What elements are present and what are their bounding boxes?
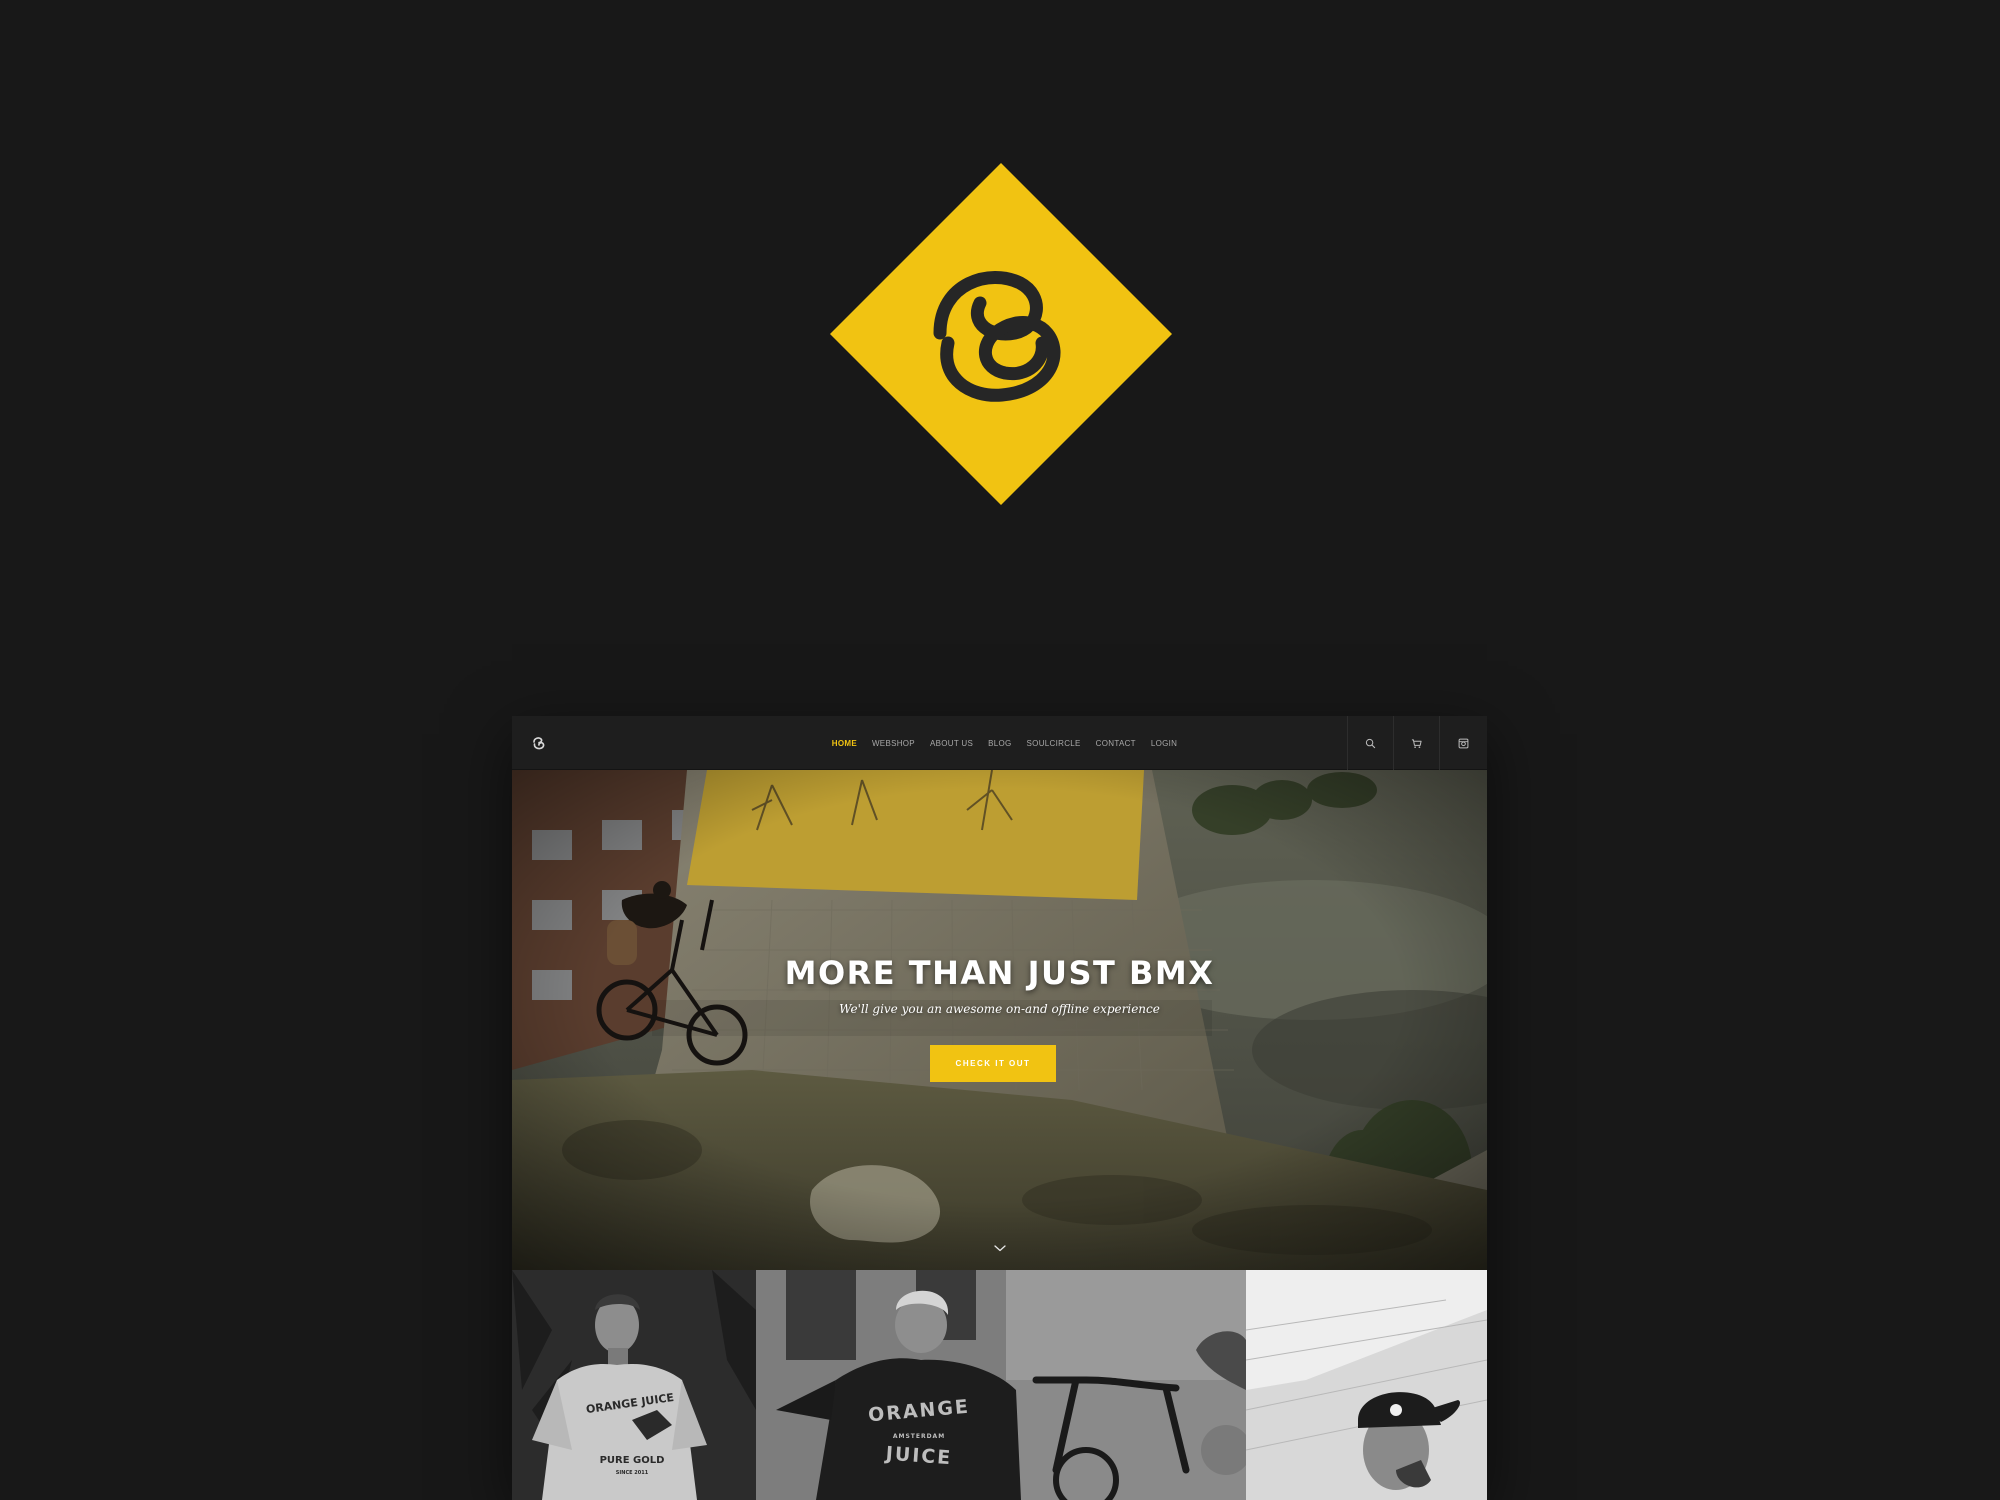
cap-model-photo (1246, 1270, 1487, 1500)
hero-title: MORE THAN JUST BMX (784, 954, 1215, 992)
navbar: HOME WEBSHOP ABOUT US BLOG SOULCIRCLE CO… (512, 716, 1487, 770)
gallery-tile-jacket[interactable]: ORANGE AMSTERDAM JUICE (756, 1270, 1246, 1500)
website-mockup: HOME WEBSHOP ABOUT US BLOG SOULCIRCLE CO… (512, 716, 1487, 1500)
nav-item-login[interactable]: LOGIN (1151, 739, 1177, 748)
tshirt-print-since: SINCE 2011 (615, 1470, 649, 1476)
nav-logo[interactable] (530, 734, 548, 752)
nav-item-contact[interactable]: CONTACT (1096, 739, 1136, 748)
search-button[interactable] (1347, 716, 1393, 770)
hero-section: MORE THAN JUST BMX We'll give you an awe… (512, 770, 1487, 1270)
nav-icons (1347, 716, 1487, 770)
soulcircle-logo-icon (830, 163, 1172, 505)
brand-logo (830, 163, 1172, 505)
nav-item-webshop[interactable]: WEBSHOP (872, 739, 915, 748)
gallery-tile-cap[interactable] (1246, 1270, 1487, 1500)
nav-item-soulcircle[interactable]: SOULCIRCLE (1027, 739, 1081, 748)
gallery-tile-tshirt[interactable]: ORANGE JUICE PURE GOLD SINCE 2011 (512, 1270, 756, 1500)
product-gallery: ORANGE JUICE PURE GOLD SINCE 2011 ORANGE… (512, 1270, 1487, 1500)
nav-menu: HOME WEBSHOP ABOUT US BLOG SOULCIRCLE CO… (512, 716, 1487, 770)
instagram-button[interactable] (1439, 716, 1487, 770)
hero-subtitle: We'll give you an awesome on-and offline… (839, 1002, 1160, 1016)
search-icon (1365, 738, 1376, 748)
cart-button[interactable] (1393, 716, 1439, 770)
nav-item-blog[interactable]: BLOG (988, 739, 1011, 748)
instagram-icon (1458, 738, 1469, 748)
tshirt-print-bottom: PURE GOLD (599, 1455, 665, 1466)
check-it-out-button[interactable]: CHECK IT OUT (930, 1045, 1056, 1082)
chevron-down-icon[interactable] (993, 1243, 1007, 1253)
hero-background-photo (512, 770, 1487, 1270)
jacket-rider-photo (756, 1270, 1246, 1500)
jacket-print-mid: AMSTERDAM (892, 1433, 946, 1440)
nav-item-about-us[interactable]: ABOUT US (930, 739, 973, 748)
soulcircle-logo-icon (533, 737, 545, 750)
nav-item-home[interactable]: HOME (832, 739, 857, 748)
cart-icon (1411, 738, 1422, 748)
